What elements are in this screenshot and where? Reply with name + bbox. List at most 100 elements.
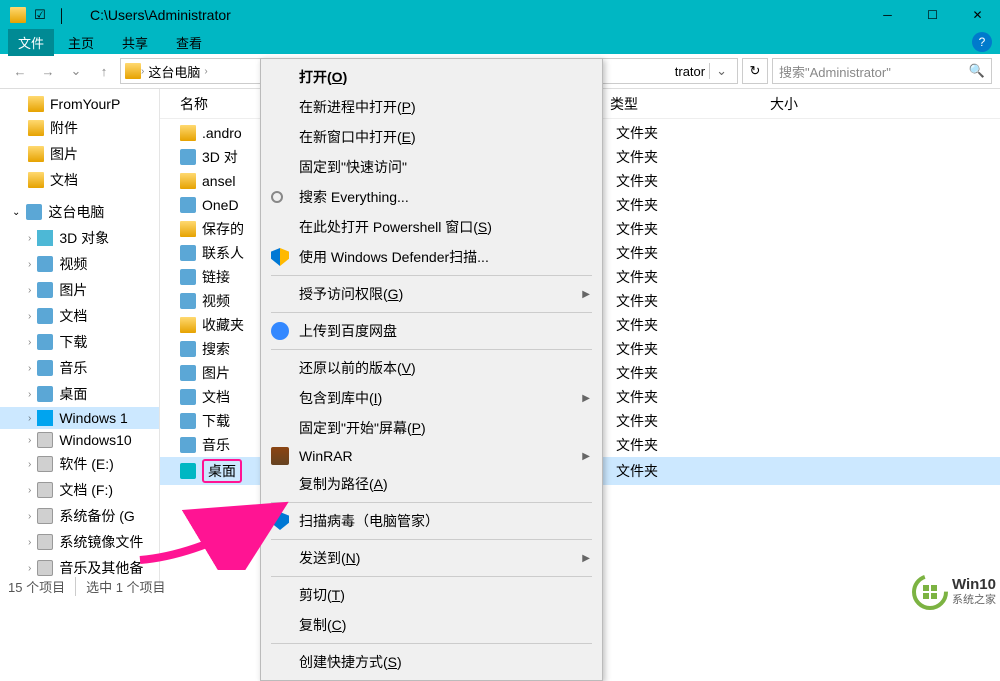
forward-button[interactable]: →: [36, 59, 60, 83]
context-menu-item[interactable]: 固定到"快速访问": [263, 152, 600, 182]
chevron-right-icon: ▶: [582, 451, 590, 462]
file-name: ansel: [202, 173, 235, 189]
win10-logo-icon: [912, 574, 948, 610]
menu-item-label: 发送到(N): [299, 548, 360, 568]
sidebar-item[interactable]: ›桌面: [0, 381, 159, 407]
sidebar-item[interactable]: ›图片: [0, 277, 159, 303]
menu-item-label: 打开(O): [299, 67, 347, 87]
context-menu-item[interactable]: 搜索 Everything...: [263, 182, 600, 212]
col-header-type[interactable]: 类型: [610, 94, 770, 114]
context-menu-item[interactable]: 固定到"开始"屏幕(P): [263, 413, 600, 443]
context-menu-item[interactable]: 授予访问权限(G)▶: [263, 279, 600, 309]
sidebar-pc-root[interactable]: ⌄这台电脑: [0, 199, 159, 225]
col-header-size[interactable]: 大小: [770, 94, 870, 114]
context-menu-item[interactable]: 剪切(T): [263, 580, 600, 610]
desktop-icon: [37, 386, 53, 402]
file-name: 图片: [202, 363, 230, 383]
sidebar-item[interactable]: ›下载: [0, 329, 159, 355]
file-type: 文件夹: [616, 123, 658, 143]
window-title: C:\Users\Administrator: [90, 7, 865, 23]
help-button[interactable]: ?: [972, 32, 992, 52]
folder-icon: [28, 120, 44, 136]
sidebar-item[interactable]: FromYourP: [0, 93, 159, 115]
sidebar-item[interactable]: ›文档: [0, 303, 159, 329]
item-count: 15 个项目: [8, 577, 65, 596]
annotation-arrow: [130, 500, 290, 570]
file-type: 文件夹: [616, 387, 658, 407]
sidebar-item[interactable]: ›3D 对象: [0, 225, 159, 251]
file-name: 音乐: [202, 435, 230, 455]
context-menu-item[interactable]: 上传到百度网盘: [263, 316, 600, 346]
maximize-button[interactable]: ☐: [910, 0, 955, 30]
context-menu-item[interactable]: 在新窗口中打开(E): [263, 122, 600, 152]
context-menu-item[interactable]: 复制(C): [263, 610, 600, 640]
sidebar-label: 文档: [59, 306, 87, 326]
breadcrumb-item[interactable]: 这台电脑: [144, 62, 204, 81]
file-name: 桌面: [202, 459, 242, 483]
menu-item-label: 扫描病毒（电脑管家）: [299, 511, 439, 531]
sidebar-label: 软件 (E:): [59, 454, 113, 474]
context-menu-item[interactable]: WinRAR ▶: [263, 443, 600, 469]
address-icon: [125, 63, 141, 79]
context-menu-item[interactable]: 还原以前的版本(V): [263, 353, 600, 383]
menu-item-label: 复制为路径(A): [299, 474, 388, 494]
up-button[interactable]: ↑: [92, 59, 116, 83]
refresh-button[interactable]: ↻: [742, 58, 768, 84]
file-name: 3D 对: [202, 147, 238, 167]
sidebar-label: 下载: [59, 332, 87, 352]
menu-file[interactable]: 文件: [8, 29, 54, 56]
music-folder-icon: [180, 437, 196, 453]
context-menu: 打开(O) 在新进程中打开(P) 在新窗口中打开(E)固定到"快速访问"搜索 Eve…: [260, 58, 603, 681]
context-menu-item[interactable]: 在新进程中打开(P): [263, 92, 600, 122]
context-menu-item[interactable]: 创建快捷方式(S): [263, 647, 600, 677]
context-menu-item[interactable]: 打开(O): [263, 62, 600, 92]
close-button[interactable]: ✕: [955, 0, 1000, 30]
context-menu-item[interactable]: 包含到库中(I)▶: [263, 383, 600, 413]
menu-view[interactable]: 查看: [162, 29, 216, 56]
context-menu-item[interactable]: 使用 Windows Defender扫描...: [263, 242, 600, 272]
minimize-button[interactable]: ─: [865, 0, 910, 30]
context-menu-item[interactable]: 复制为路径(A): [263, 469, 600, 499]
sidebar-label: 音乐: [59, 358, 87, 378]
file-type: 文件夹: [616, 363, 658, 383]
sidebar-item[interactable]: 图片: [0, 141, 159, 167]
file-name: 联系人: [202, 243, 244, 263]
context-menu-item[interactable]: 在此处打开 Powershell 窗口(S): [263, 212, 600, 242]
file-type: 文件夹: [616, 461, 658, 481]
file-name: 链接: [202, 267, 230, 287]
watermark: Win10 系统之家: [912, 574, 996, 610]
sidebar-item[interactable]: ›软件 (E:): [0, 451, 159, 477]
dropdown-history[interactable]: ⌄: [64, 59, 88, 83]
file-type: 文件夹: [616, 435, 658, 455]
menu-home[interactable]: 主页: [54, 29, 108, 56]
folder-icon: [28, 172, 44, 188]
sidebar-item[interactable]: 文档: [0, 167, 159, 193]
special-icon: [37, 282, 53, 298]
folder-icon: [28, 96, 44, 112]
address-dropdown[interactable]: ⌄: [709, 63, 733, 79]
menu-share[interactable]: 共享: [108, 29, 162, 56]
menu-separator: [271, 539, 592, 540]
menu-item-label: WinRAR: [299, 448, 353, 464]
context-menu-item[interactable]: 扫描病毒（电脑管家）: [263, 506, 600, 536]
file-type: 文件夹: [616, 147, 658, 167]
back-button[interactable]: ←: [8, 59, 32, 83]
sidebar-item[interactable]: 附件: [0, 115, 159, 141]
sidebar-item[interactable]: ›音乐: [0, 355, 159, 381]
sidebar-label: Windows 1: [59, 410, 127, 426]
disk-icon: [37, 534, 53, 550]
menu-item-label: 在新进程中打开(P): [299, 97, 416, 117]
sidebar-label: 文档 (F:): [59, 480, 113, 500]
file-type: 文件夹: [616, 243, 658, 263]
sidebar-item[interactable]: ›Windows 1: [0, 407, 159, 429]
checkbox-icon[interactable]: ☑: [30, 5, 50, 25]
sidebar-label: 桌面: [59, 384, 87, 404]
winrar-icon: [271, 447, 289, 465]
special-folder-icon: [180, 365, 196, 381]
disk-icon: [37, 432, 53, 448]
sidebar-item[interactable]: ›Windows10: [0, 429, 159, 451]
search-input[interactable]: 搜索"Administrator" 🔍: [772, 58, 992, 84]
sidebar-item[interactable]: ›视频: [0, 251, 159, 277]
special-icon: [37, 334, 53, 350]
context-menu-item[interactable]: 发送到(N)▶: [263, 543, 600, 573]
